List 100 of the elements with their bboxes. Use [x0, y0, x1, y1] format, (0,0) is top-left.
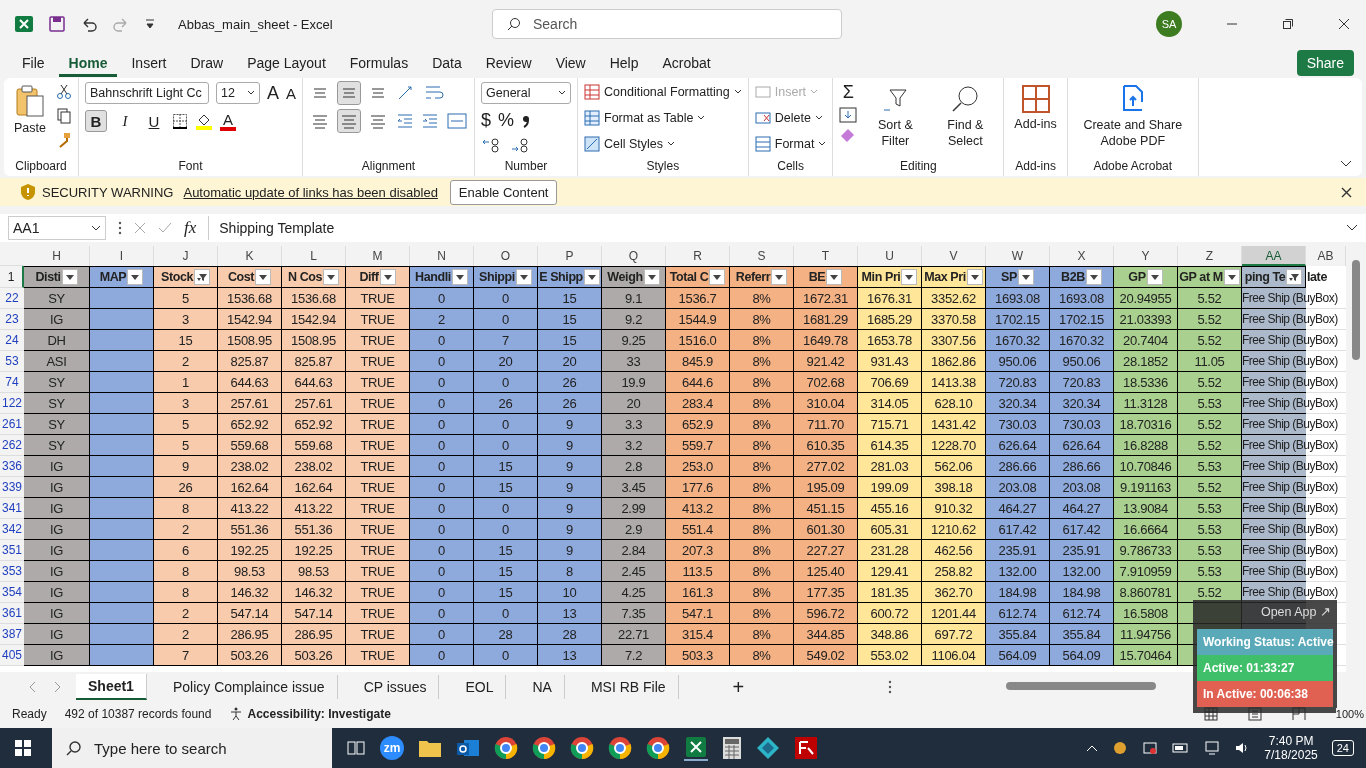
create-pdf-button[interactable]: Create and Share Adobe PDF [1073, 82, 1192, 151]
taskbar-search-field[interactable]: Type here to search [52, 728, 332, 768]
conditional-formatting-button[interactable]: Conditional Formatting [584, 82, 742, 102]
font-size-dropdown[interactable]: 12 [215, 82, 260, 104]
diamond-icon[interactable] [756, 736, 780, 760]
row-number[interactable]: 262 [0, 435, 24, 456]
tray-app-icon[interactable] [1142, 740, 1159, 756]
warning-link[interactable]: Automatic update of links has been disabled [183, 184, 438, 200]
dropdown-icon[interactable] [901, 269, 918, 285]
chevron-up-icon[interactable] [1086, 744, 1099, 752]
row-number[interactable]: 341 [0, 498, 24, 519]
dropdown-icon[interactable] [451, 269, 468, 285]
customize-icon[interactable] [144, 17, 156, 31]
row-number[interactable]: 261 [0, 414, 24, 435]
borders-icon[interactable] [171, 113, 188, 129]
row-number[interactable]: 353 [0, 561, 24, 582]
underline-button[interactable]: U [142, 110, 165, 132]
close-icon[interactable] [1338, 18, 1350, 30]
format-button[interactable]: Format [754, 134, 827, 154]
row-number[interactable]: 354 [0, 582, 24, 603]
notification-badge[interactable]: 24 [1331, 740, 1354, 756]
task-view-icon[interactable] [346, 739, 366, 757]
column-letter[interactable]: AA [1242, 246, 1306, 266]
ribbon-tab[interactable]: View [545, 49, 596, 77]
number-format-dropdown[interactable]: General [481, 82, 571, 104]
dropdown-icon[interactable] [709, 269, 726, 285]
accessibility-status[interactable]: Accessibility: Investigate [247, 707, 391, 721]
save-icon[interactable] [48, 15, 66, 33]
dropdown-icon[interactable] [1223, 269, 1240, 285]
dropdown-icon[interactable] [515, 269, 532, 285]
dropdown-icon[interactable] [1146, 269, 1163, 285]
row-number[interactable]: 74 [0, 372, 24, 393]
dropdown-icon[interactable] [771, 269, 788, 285]
row-number[interactable]: 22 [0, 288, 24, 309]
italic-button[interactable]: I [113, 110, 136, 132]
dropdown-icon[interactable] [1085, 269, 1102, 285]
align-center-icon[interactable] [338, 110, 360, 132]
format-as-table-button[interactable]: Format as Table [584, 108, 706, 128]
open-app-link[interactable]: Open App ↗ [1193, 604, 1337, 629]
shrink-font-button[interactable]: A [286, 84, 296, 102]
ribbon-tab[interactable]: Help [599, 49, 649, 77]
browser-icon[interactable] [646, 736, 670, 760]
fill-down-icon[interactable] [839, 107, 858, 123]
ribbon-tab[interactable]: Data [422, 49, 472, 77]
filter-applied-icon[interactable] [1286, 269, 1303, 285]
windows-icon[interactable] [14, 739, 32, 757]
previous-sheet-icon[interactable] [28, 681, 38, 693]
sheet-tab[interactable]: CP issues [351, 675, 440, 699]
dropdown-icon[interactable] [127, 269, 144, 285]
row-number[interactable]: 53 [0, 351, 24, 372]
add-sheet-button[interactable]: + [732, 675, 745, 699]
formula-field[interactable]: Shipping Template [208, 216, 1334, 240]
browser-icon[interactable] [494, 736, 518, 760]
grow-font-button[interactable]: A [266, 82, 279, 104]
sheet-tab[interactable]: MSI RB File [578, 675, 679, 699]
chevron-down-icon[interactable] [1346, 224, 1358, 232]
row-number[interactable]: 405 [0, 645, 24, 666]
percent-button[interactable]: % [498, 110, 515, 131]
next-sheet-icon[interactable] [52, 681, 62, 693]
check-icon[interactable] [158, 222, 172, 234]
share-button[interactable]: Share [1296, 50, 1354, 76]
dropdown-icon[interactable] [643, 269, 660, 285]
folder-icon[interactable] [418, 738, 442, 758]
dropdown-icon[interactable] [966, 269, 983, 285]
network-icon[interactable] [1204, 741, 1221, 755]
sheet-tab[interactable]: NA [520, 675, 565, 699]
mail-icon[interactable] [456, 737, 480, 759]
find-select-button[interactable]: Find & Select [933, 82, 998, 151]
spreadsheet-icon[interactable] [684, 735, 708, 761]
sheet-tab[interactable]: Policy Complaince issue [160, 675, 338, 699]
paste-button[interactable]: Paste [10, 82, 50, 137]
close-icon[interactable] [1341, 186, 1352, 198]
scissors-icon[interactable] [55, 84, 72, 100]
currency-button[interactable]: $ [481, 110, 491, 131]
row-number[interactable]: 361 [0, 603, 24, 624]
calculator-icon[interactable] [722, 736, 742, 760]
browser-icon[interactable] [608, 736, 632, 760]
tray-app-icon[interactable] [1112, 740, 1129, 756]
dropdown-icon[interactable] [583, 269, 600, 285]
fill-color-icon[interactable] [194, 112, 213, 130]
font-name-dropdown[interactable]: Bahnschrift Light Cc [84, 82, 209, 104]
ribbon-tab[interactable]: File [12, 49, 55, 77]
zoom-level[interactable]: 100% [1335, 708, 1364, 720]
enable-content-button[interactable]: Enable Content [449, 179, 558, 205]
cell-styles-button[interactable]: Cell Styles [584, 134, 676, 154]
ribbon-tab[interactable]: Review [475, 49, 542, 77]
user-avatar[interactable]: SA [1156, 11, 1182, 37]
row-number[interactable]: 23 [0, 309, 24, 330]
sheet-tab[interactable]: Sheet1 [76, 674, 147, 700]
dropdown-icon[interactable] [1017, 269, 1034, 285]
collapse-ribbon-icon[interactable] [1340, 160, 1352, 168]
dropdown-icon[interactable] [379, 269, 396, 285]
sheet-tab[interactable]: EOL [453, 675, 507, 699]
filter-applied-icon[interactable] [194, 269, 210, 285]
bold-button[interactable]: B [84, 110, 107, 132]
battery-icon[interactable] [1172, 742, 1191, 754]
dropdown-icon[interactable] [323, 269, 340, 285]
font-color-button[interactable]: A [219, 111, 236, 131]
add-ins-button[interactable]: Add-ins [1010, 82, 1061, 133]
row-number[interactable]: 1 [0, 266, 24, 288]
